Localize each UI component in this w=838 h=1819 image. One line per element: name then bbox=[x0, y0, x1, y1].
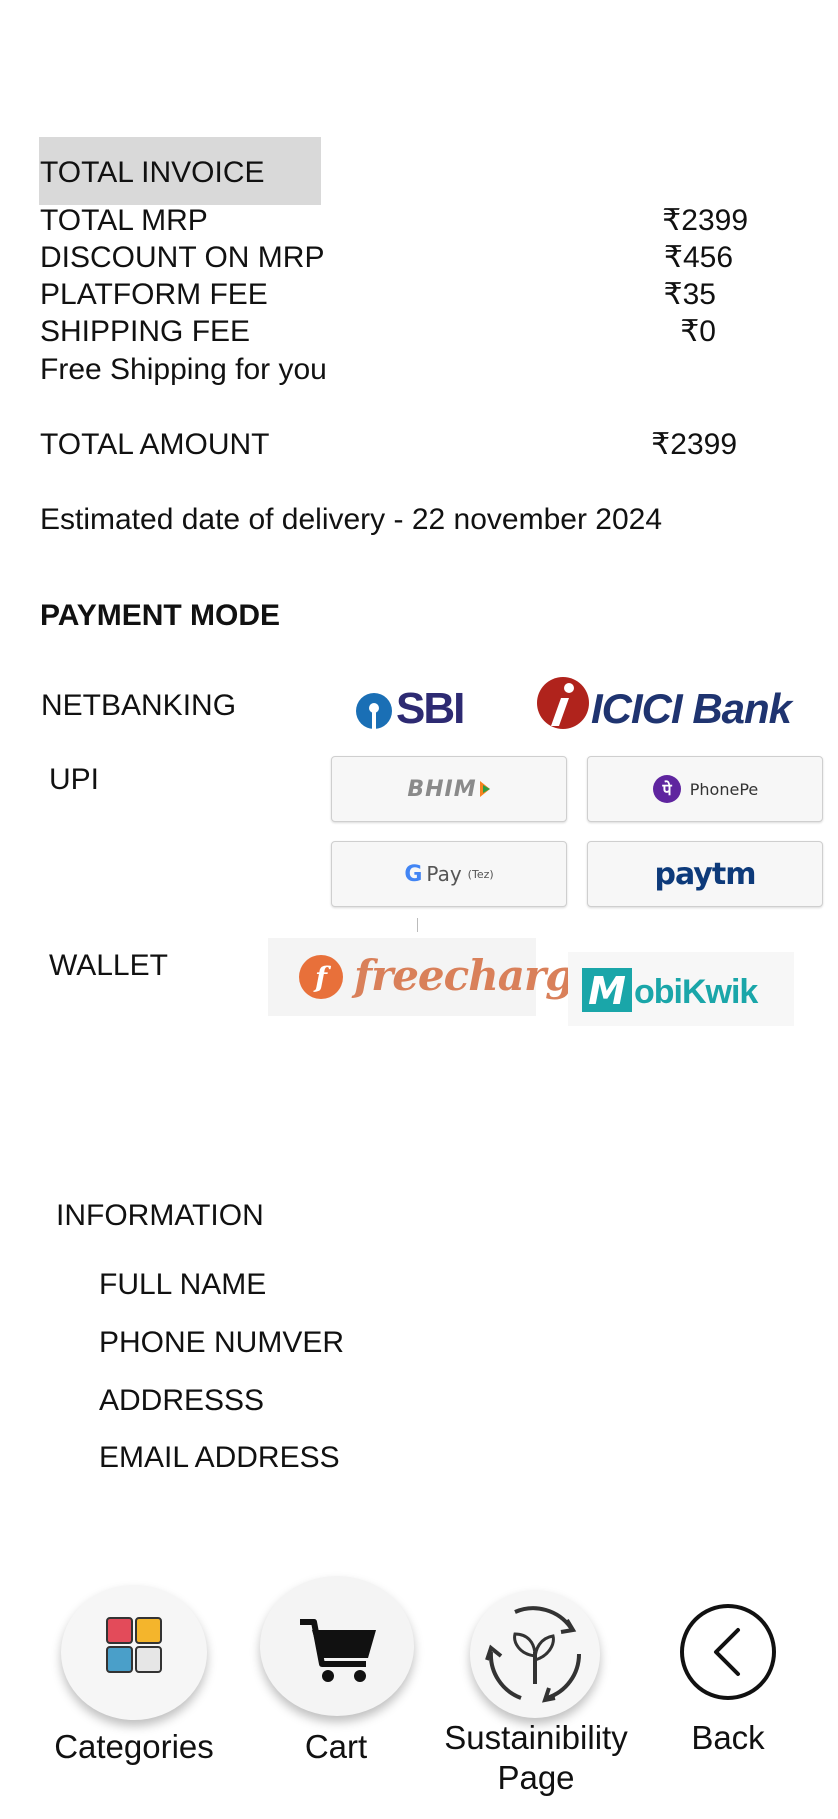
freecharge-logo-text: freecharg bbox=[354, 951, 574, 1000]
categories-label: Categories bbox=[54, 1728, 214, 1765]
discount-value: ₹456 bbox=[663, 241, 733, 274]
address-field[interactable]: ADDRESSS bbox=[99, 1383, 264, 1419]
back-nav-button[interactable]: Back bbox=[668, 1602, 788, 1792]
sbi-logo-button[interactable]: SBI bbox=[352, 684, 472, 734]
sustainability-nav-button[interactable]: Sustainibility Page bbox=[428, 1590, 644, 1802]
total-amount-label: TOTAL AMOUNT bbox=[40, 428, 270, 461]
sbi-logo-text: SBI bbox=[396, 684, 465, 733]
icici-logo-text: ICICI Bank bbox=[591, 685, 792, 732]
platform-fee-label: PLATFORM FEE bbox=[40, 278, 268, 311]
cart-icon bbox=[300, 1619, 376, 1682]
platform-fee-value: ₹35 bbox=[663, 278, 716, 311]
total-mrp-label: TOTAL MRP bbox=[40, 204, 208, 237]
gpay-logo-text: Pay bbox=[426, 862, 462, 886]
shipping-fee-label: SHIPPING FEE bbox=[40, 315, 251, 348]
sbi-icon bbox=[356, 693, 392, 729]
wallet-label: WALLET bbox=[49, 949, 168, 982]
google-g-icon: G bbox=[404, 861, 423, 887]
total-amount-value: ₹2399 bbox=[651, 428, 737, 461]
information-title: INFORMATION bbox=[56, 1199, 264, 1232]
upi-label: UPI bbox=[49, 763, 100, 796]
back-label: Back bbox=[691, 1719, 765, 1756]
recycle-leaf-icon bbox=[485, 1606, 582, 1703]
mobikwik-logo-text: obiKwik bbox=[634, 973, 758, 1011]
shipping-fee-value: ₹0 bbox=[680, 315, 716, 348]
full-name-field[interactable]: FULL NAME bbox=[99, 1267, 266, 1303]
gpay-sub-text: (Tez) bbox=[467, 867, 494, 881]
discount-label: DISCOUNT ON MRP bbox=[40, 241, 325, 274]
bhim-flag-icon bbox=[479, 781, 490, 797]
phone-number-field[interactable]: PHONE NUMVER bbox=[99, 1325, 344, 1361]
icici-logo-button[interactable]: ICICI Bank bbox=[533, 668, 823, 734]
mobikwik-button[interactable]: M obiKwik bbox=[568, 952, 794, 1026]
sustainability-label-line2: Page bbox=[497, 1759, 575, 1796]
phonepe-icon: पे bbox=[652, 775, 681, 803]
bhim-button[interactable]: BHIM bbox=[331, 756, 567, 822]
cart-nav-button[interactable]: Cart bbox=[256, 1576, 416, 1786]
categories-nav-button[interactable]: Categories bbox=[44, 1585, 224, 1785]
paytm-logo-text: paytm bbox=[654, 856, 757, 892]
back-chevron-icon bbox=[680, 1604, 776, 1700]
freecharge-icon: f bbox=[299, 955, 343, 999]
mobikwik-icon: M bbox=[582, 968, 632, 1012]
divider-tick bbox=[417, 918, 418, 932]
invoice-title: TOTAL INVOICE bbox=[40, 156, 265, 189]
gpay-button[interactable]: G Pay (Tez) bbox=[331, 841, 567, 907]
categories-grid-icon bbox=[106, 1617, 162, 1673]
cart-label: Cart bbox=[304, 1728, 368, 1765]
payment-mode-title: PAYMENT MODE bbox=[40, 599, 281, 632]
phonepe-button[interactable]: पे PhonePe bbox=[587, 756, 823, 822]
phonepe-logo-text: PhonePe bbox=[689, 779, 759, 799]
delivery-estimate: Estimated date of delivery - 22 november… bbox=[40, 503, 663, 536]
svg-text:M: M bbox=[588, 969, 626, 1012]
sustainability-label-line1: Sustainibility bbox=[444, 1719, 628, 1756]
icici-icon bbox=[537, 677, 589, 729]
free-shipping-note: Free Shipping for you bbox=[40, 353, 327, 386]
freecharge-button[interactable]: f freecharg bbox=[268, 938, 574, 1016]
bhim-logo-text: BHIM bbox=[407, 776, 477, 802]
paytm-button[interactable]: paytm bbox=[587, 841, 823, 907]
total-mrp-value: ₹2399 bbox=[662, 204, 748, 237]
svg-text:पे: पे bbox=[661, 780, 672, 799]
netbanking-label: NETBANKING bbox=[41, 689, 237, 722]
email-address-field[interactable]: EMAIL ADDRESS bbox=[99, 1440, 340, 1476]
